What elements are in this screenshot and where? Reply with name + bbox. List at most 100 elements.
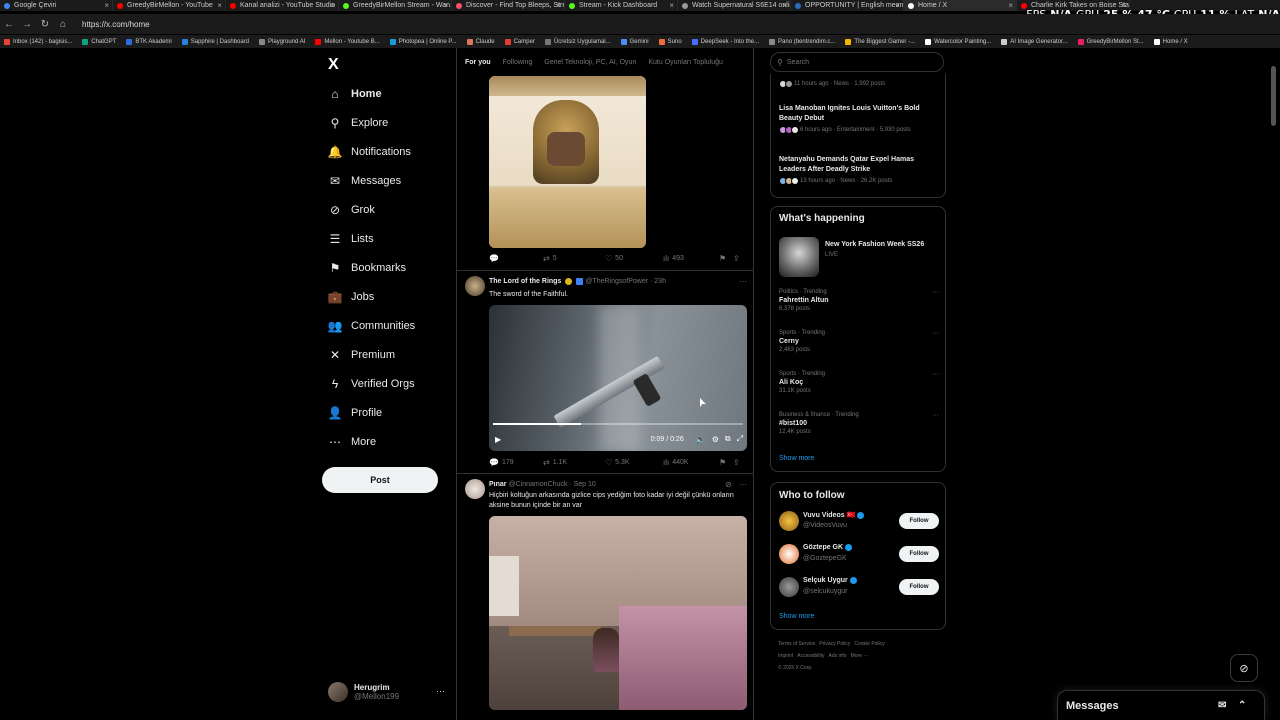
trend-item[interactable]: Sports · Trending Ali Koç 31.1K posts ···: [779, 371, 939, 394]
search-input[interactable]: ⚲ Search: [770, 52, 944, 72]
like-button[interactable]: ♡ 5.3K: [605, 458, 663, 467]
account-more-icon[interactable]: ···: [436, 686, 445, 696]
footer-link[interactable]: Imprint: [778, 653, 793, 659]
sidebar-item-more[interactable]: ⋯ More: [328, 430, 376, 454]
bookmark-item[interactable]: Home / X: [1153, 38, 1188, 45]
bookmark-item[interactable]: ChatGPT: [82, 38, 116, 45]
volume-icon[interactable]: 🔈: [696, 435, 706, 444]
bookmark-item[interactable]: Ücretsiz Uygulamal...: [544, 38, 611, 45]
bookmark-item[interactable]: The Biggest Gamer -...: [845, 38, 915, 45]
tweet-more-icon[interactable]: ···: [739, 480, 747, 489]
sidebar-item-communities[interactable]: 👥 Communities: [328, 314, 416, 338]
home-page-icon[interactable]: ⌂: [54, 19, 72, 30]
like-button[interactable]: ♡ 50: [605, 254, 663, 263]
reply-button[interactable]: 💬 179: [489, 458, 543, 467]
avatar[interactable]: [779, 577, 799, 597]
sidebar-item-jobs[interactable]: 💼 Jobs: [328, 285, 375, 309]
bookmark-item[interactable]: Camper: [504, 38, 535, 45]
grok-icon[interactable]: ⊘: [725, 480, 732, 489]
account-switcher[interactable]: Herugrim @Mellon199: [328, 682, 399, 702]
sidebar-item-profile[interactable]: 👤 Profile: [328, 401, 383, 425]
browser-tab[interactable]: Home / X ×: [904, 0, 1017, 11]
follow-suggestion[interactable]: Vuvu Videos 🇹🇷 @VideosVuvu Follow: [779, 509, 939, 533]
trend-more-icon[interactable]: ···: [932, 371, 939, 378]
follow-button[interactable]: Follow: [899, 546, 939, 562]
bookmark-item[interactable]: Photopea | Online P...: [389, 38, 457, 45]
sidebar-item-messages[interactable]: ✉ Messages: [328, 169, 401, 193]
browser-tab[interactable]: Discover - Find Top Bleeps, Stre... ×: [452, 0, 565, 11]
avatar[interactable]: [465, 479, 485, 499]
bookmark-item[interactable]: Playground AI: [259, 38, 305, 45]
bookmark-item[interactable]: DeepSeek - Into the...: [691, 38, 759, 45]
settings-icon[interactable]: ⚙: [712, 435, 719, 444]
footer-link[interactable]: © 2025 X Corp.: [778, 665, 813, 671]
avatar[interactable]: [779, 511, 799, 531]
reply-button[interactable]: 💬: [489, 254, 543, 263]
close-tab-icon[interactable]: ×: [330, 1, 335, 10]
trend-more-icon[interactable]: ···: [932, 330, 939, 337]
avatar[interactable]: [779, 544, 799, 564]
footer-link[interactable]: Ads info: [829, 653, 847, 659]
reload-icon[interactable]: ↻: [36, 19, 54, 30]
tweet-author-name[interactable]: Pınar: [489, 481, 507, 488]
sidebar-item-lists[interactable]: ☰ Lists: [328, 227, 374, 251]
trend-item[interactable]: Politics · Trending Fahrettin Altun 6,378 …: [779, 289, 939, 312]
close-tab-icon[interactable]: ×: [217, 1, 222, 10]
views-button[interactable]: ılı 440K: [663, 458, 719, 467]
close-tab-icon[interactable]: ×: [669, 1, 674, 10]
footer-link[interactable]: Accessibility: [797, 653, 824, 659]
bookmark-button[interactable]: ⚑: [719, 254, 733, 263]
close-tab-icon[interactable]: ×: [556, 1, 561, 10]
bookmark-item[interactable]: Suno: [658, 38, 682, 45]
avatar[interactable]: [465, 276, 485, 296]
x-logo-icon[interactable]: X: [328, 56, 339, 74]
trend-more-icon[interactable]: ···: [932, 289, 939, 296]
retweet-button[interactable]: ⇄ 1.1K: [543, 458, 605, 467]
footer-link[interactable]: Cookie Policy: [854, 641, 884, 647]
footer-link[interactable]: Privacy Policy: [819, 641, 850, 647]
sidebar-item-notifications[interactable]: 🔔 Notifications: [328, 140, 411, 164]
pip-icon[interactable]: ⧉: [725, 434, 731, 444]
sidebar-item-verified-orgs[interactable]: ϟ Verified Orgs: [328, 372, 415, 396]
bookmark-item[interactable]: BTK Akademi: [126, 38, 172, 45]
new-message-icon[interactable]: ✉: [1218, 700, 1226, 711]
close-tab-icon[interactable]: ×: [782, 1, 787, 10]
forward-icon[interactable]: →: [18, 19, 36, 30]
close-tab-icon[interactable]: ×: [895, 1, 900, 10]
scrollbar-thumb[interactable]: [1271, 66, 1276, 126]
tab-3[interactable]: Kutu Oyunları Topluluğu: [648, 59, 723, 66]
tab-0[interactable]: For you: [465, 59, 491, 66]
close-tab-icon[interactable]: ×: [1008, 1, 1013, 10]
news-item[interactable]: 11 hours ago · News · 1,992 posts: [779, 78, 939, 88]
trend-item[interactable]: Sports · Trending Cerny 2,463 posts ···: [779, 330, 939, 353]
tweet-image[interactable]: [489, 76, 646, 248]
browser-tab[interactable]: Stream - Kick Dashboard ×: [565, 0, 678, 11]
browser-tab[interactable]: Watch Supernatural S6E14 onlin... ×: [678, 0, 791, 11]
sidebar-item-grok[interactable]: ⊘ Grok: [328, 198, 375, 222]
tweet-more-icon[interactable]: ···: [739, 277, 747, 286]
close-tab-icon[interactable]: ×: [104, 1, 109, 10]
trend-more-icon[interactable]: ···: [932, 412, 939, 419]
grok-floating-button[interactable]: ⊘: [1230, 654, 1258, 682]
bookmark-item[interactable]: Claude: [466, 38, 495, 45]
sidebar-item-explore[interactable]: ⚲ Explore: [328, 111, 389, 135]
sidebar-item-bookmarks[interactable]: ⚑ Bookmarks: [328, 256, 406, 280]
sidebar-item-premium[interactable]: ✕ Premium: [328, 343, 395, 367]
browser-tab[interactable]: GreedyBirMellon - YouTube ×: [113, 0, 226, 11]
bookmark-item[interactable]: Gemini: [620, 38, 649, 45]
retweet-button[interactable]: ⇄ 5: [543, 254, 605, 263]
browser-tab[interactable]: Kanal analizi - YouTube Studio ×: [226, 0, 339, 11]
bookmark-item[interactable]: Sapphire | Dashboard: [181, 38, 249, 45]
play-icon[interactable]: ▶: [495, 435, 501, 444]
messages-drawer[interactable]: Messages ✉ ⌃: [1057, 690, 1265, 720]
sidebar-item-home[interactable]: ⌂ Home: [328, 82, 381, 106]
bookmark-button[interactable]: ⚑: [719, 458, 733, 467]
url-field[interactable]: https://x.com/home: [82, 20, 150, 29]
bookmark-item[interactable]: Mellon - Youtube B...: [315, 38, 380, 45]
tab-1[interactable]: Following: [503, 59, 533, 66]
tab-2[interactable]: Genel Teknoloji, PC, AI, Oyun: [544, 59, 636, 66]
bookmark-item[interactable]: Watercolor Painting...: [925, 38, 991, 45]
follow-suggestion[interactable]: Selçuk Uygur @selcukuygur Follow: [779, 575, 939, 599]
trend-item[interactable]: Business & finance · Trending #bist100 12.…: [779, 412, 939, 435]
footer-link[interactable]: More ···: [851, 653, 869, 659]
